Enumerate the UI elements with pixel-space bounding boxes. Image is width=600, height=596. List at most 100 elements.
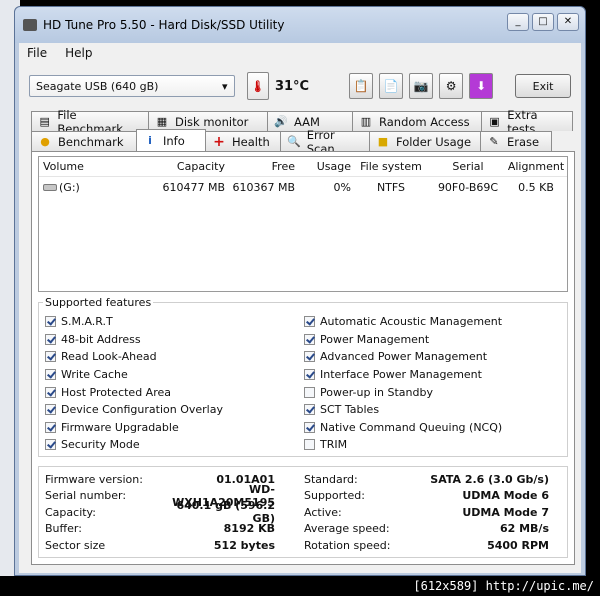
menu-help[interactable]: Help	[65, 46, 92, 60]
serial-cell: 90F0-B69C	[437, 180, 499, 194]
col-file-system[interactable]: File system	[351, 160, 431, 173]
benchmark-icon: ●	[40, 135, 50, 148]
menu-file[interactable]: File	[27, 46, 47, 60]
info-row: Rotation speed: 5400 RPM	[304, 537, 549, 554]
feature-checkbox[interactable]	[45, 439, 56, 451]
feature-checkbox[interactable]	[45, 333, 56, 345]
save-button[interactable]: ⬇	[469, 73, 494, 99]
feature-item: Write Cache	[45, 366, 223, 384]
feature-item: Host Protected Area	[45, 383, 223, 401]
exit-button[interactable]: Exit	[515, 74, 572, 98]
maximize-button[interactable]: □	[532, 13, 554, 31]
feature-checkbox[interactable]	[45, 316, 56, 328]
magnifier-icon: 🔍	[287, 135, 301, 148]
folder-icon: ■	[377, 135, 389, 148]
tab-disk-monitor[interactable]: ▦ Disk monitor	[148, 111, 268, 131]
tab-health[interactable]: + Health	[205, 131, 281, 151]
info-right-column: Standard: SATA 2.6 (3.0 Gb/s) Supported: UD…	[304, 471, 549, 554]
features-left-column: S.M.A.R.T 48-bit Address Read Look-Ahead Wr…	[45, 313, 223, 454]
feature-checkbox[interactable]	[45, 369, 56, 381]
feature-checkbox[interactable]	[304, 369, 315, 381]
tab-error-scan[interactable]: 🔍 Error Scan	[280, 128, 370, 156]
info-label: Capacity:	[45, 505, 96, 519]
title-bar[interactable]: HD Tune Pro 5.50 - Hard Disk/SSD Utility	[15, 7, 585, 43]
download-icon: ⬇	[476, 79, 487, 93]
toolbar: Seagate USB (640 gB) ▾ 🌡 31°C 📋 📄 📷 ⚙ ⬇ …	[29, 71, 572, 101]
tab-folder-usage[interactable]: ■ Folder Usage	[369, 131, 481, 151]
col-volume[interactable]: Volume	[39, 160, 149, 173]
thermometer-icon[interactable]: 🌡	[246, 72, 269, 100]
info-label: Firmware version:	[45, 472, 143, 486]
col-alignment[interactable]: Alignment	[505, 160, 567, 173]
col-serial[interactable]: Serial	[431, 160, 505, 173]
random-access-icon: ▥	[360, 115, 372, 128]
feature-checkbox[interactable]	[304, 439, 315, 451]
feature-checkbox[interactable]	[45, 404, 56, 416]
drive-icon	[43, 184, 57, 191]
tab-benchmark[interactable]: ● Benchmark	[31, 131, 137, 151]
tab-erase[interactable]: ✎ Erase	[480, 131, 552, 151]
copy-text-button[interactable]: 📋	[349, 73, 374, 99]
info-icon: i	[148, 134, 152, 147]
supported-features-title: Supported features	[43, 296, 154, 309]
feature-label: Security Mode	[61, 438, 140, 452]
feature-label: Power-up in Standby	[320, 385, 433, 399]
feature-checkbox[interactable]	[304, 386, 315, 398]
feature-item: Automatic Acoustic Management	[304, 313, 502, 331]
info-value: 5400 RPM	[487, 538, 549, 552]
file-system-cell: NTFS	[376, 180, 406, 194]
info-label: Supported:	[304, 489, 365, 503]
col-usage[interactable]: Usage	[295, 160, 351, 173]
options-button[interactable]: ⚙	[439, 73, 464, 99]
info-row: Capacity: 640.1 gB (596.2 GB)	[45, 499, 275, 525]
feature-label: TRIM	[320, 438, 348, 452]
col-capacity[interactable]: Capacity	[149, 160, 225, 173]
menu-bar: File Help	[19, 43, 581, 63]
info-label: Rotation speed:	[304, 538, 391, 552]
feature-checkbox[interactable]	[45, 421, 56, 433]
copy-all-button[interactable]: 📄	[379, 73, 404, 99]
window-controls: _ □ ✕	[507, 13, 579, 31]
watermark: [612x589] http://upic.me/	[0, 576, 600, 596]
feature-checkbox[interactable]	[304, 316, 315, 328]
usage-cell: 0%	[333, 180, 351, 194]
close-button[interactable]: ✕	[557, 13, 579, 31]
info-row: Supported: UDMA Mode 6	[304, 488, 549, 505]
feature-checkbox[interactable]	[45, 351, 56, 363]
feature-checkbox[interactable]	[304, 421, 315, 433]
table-row[interactable]: (G:) 610477 MB 610367 MB 0% NTFS 90F0-B6…	[39, 177, 567, 197]
feature-item: Read Look-Ahead	[45, 348, 223, 366]
feature-checkbox[interactable]	[45, 386, 56, 398]
tab-info[interactable]: i Info	[136, 129, 206, 151]
info-label: Sector size	[45, 538, 106, 552]
feature-checkbox[interactable]	[304, 351, 315, 363]
tab-extra-tests[interactable]: ▣ Extra tests	[481, 108, 573, 136]
app-icon	[23, 19, 37, 31]
feature-label: Native Command Queuing (NCQ)	[320, 420, 503, 434]
feature-item: Device Configuration Overlay	[45, 401, 223, 419]
health-icon: +	[213, 133, 225, 150]
copy-icon: 📋	[353, 79, 369, 93]
copy-all-icon: 📄	[383, 79, 399, 93]
col-free[interactable]: Free	[225, 160, 295, 173]
feature-checkbox[interactable]	[304, 404, 315, 416]
screenshot-button[interactable]: 📷	[409, 73, 434, 99]
info-row: Standard: SATA 2.6 (3.0 Gb/s)	[304, 471, 549, 488]
settings-icon: ⚙	[445, 79, 457, 93]
minimize-button[interactable]: _	[507, 13, 529, 31]
chevron-down-icon: ▾	[221, 79, 228, 93]
tab-file-benchmark[interactable]: ▤ File Benchmark	[31, 108, 149, 136]
tab-random-access[interactable]: ▥ Random Access	[352, 111, 482, 131]
drive-info-group: Firmware version: 01.01A01 Serial number: W…	[38, 466, 568, 558]
info-value: UDMA Mode 6	[462, 489, 549, 503]
feature-checkbox[interactable]	[304, 333, 315, 345]
volume-cell: (G:)	[39, 181, 149, 194]
tab-row-2: ● Benchmark i Info + Health 🔍 Error Scan ■ Fo…	[31, 128, 552, 156]
feature-item: Security Mode	[45, 436, 223, 454]
app-window: HD Tune Pro 5.50 - Hard Disk/SSD Utility…	[14, 6, 586, 576]
feature-label: Automatic Acoustic Management	[320, 315, 503, 329]
drive-select[interactable]: Seagate USB (640 gB) ▾	[29, 75, 235, 97]
info-row: Buffer: 8192 KB	[45, 521, 275, 538]
volume-table-header: Volume Capacity Free Usage File system S…	[39, 157, 567, 177]
info-label: Average speed:	[304, 522, 390, 536]
